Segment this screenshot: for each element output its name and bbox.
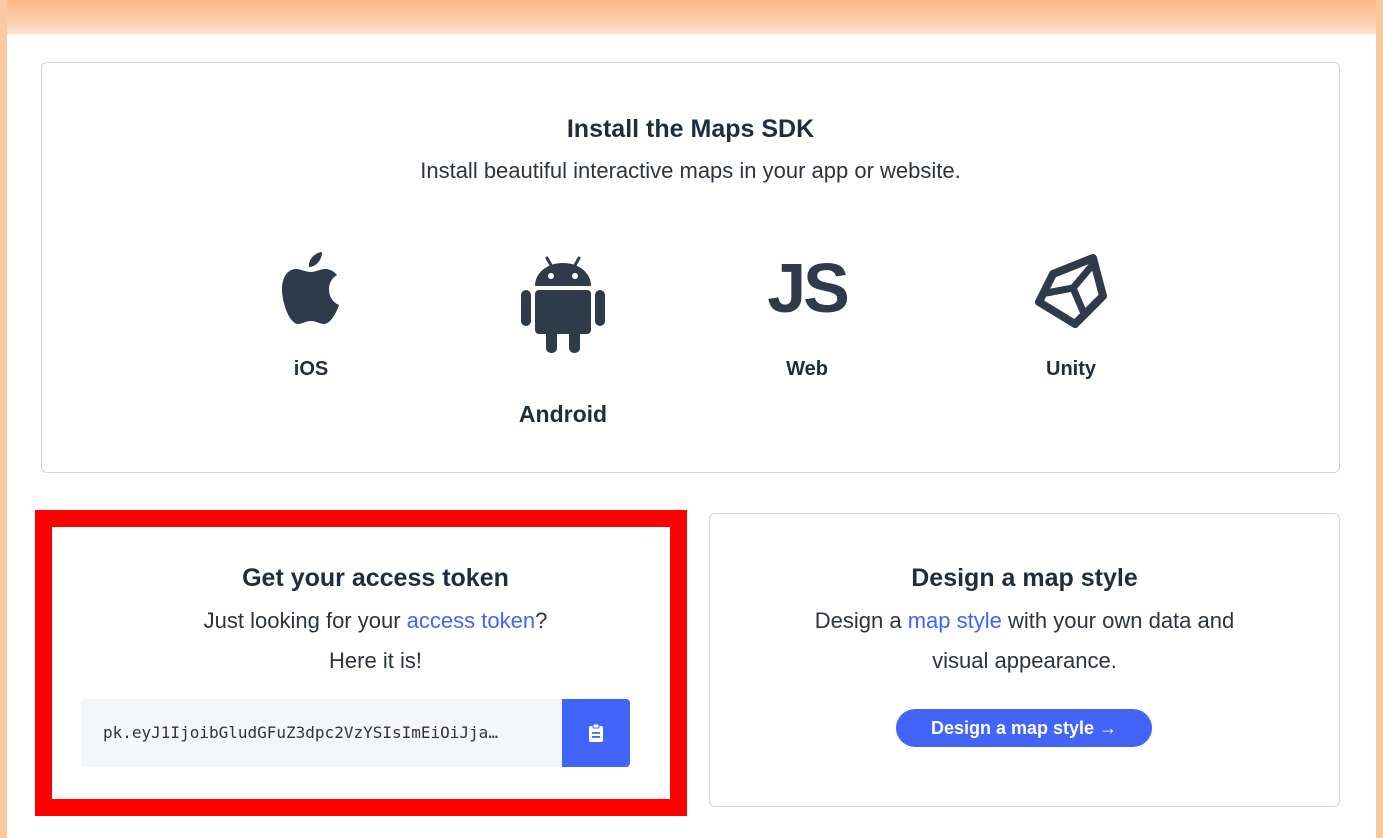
- window-top-border: [0, 0, 1383, 34]
- design-text-suffix: with your own data and: [1001, 608, 1235, 633]
- apple-icon: [282, 252, 339, 324]
- android-icon: [521, 256, 605, 353]
- platform-web[interactable]: JS Web: [752, 248, 862, 381]
- js-icon: JS: [767, 249, 850, 327]
- platform-label-unity: Unity: [1046, 358, 1096, 380]
- design-card-text: Design a map style with your own data an…: [710, 601, 1339, 641]
- map-style-link[interactable]: map style: [908, 608, 1002, 633]
- platform-label-android: Android: [518, 401, 608, 427]
- sdk-title: Install the Maps SDK: [566, 115, 815, 143]
- design-card-title: Design a map style: [911, 564, 1138, 592]
- highlight-box: [35, 510, 687, 816]
- design-card-line2: visual appearance.: [932, 648, 1117, 673]
- platform-unity[interactable]: Unity: [1021, 248, 1121, 381]
- install-sdk-card: Install the Maps SDK Install beautiful i…: [41, 62, 1340, 473]
- sdk-subtitle: Install beautiful interactive maps in yo…: [420, 158, 961, 183]
- design-map-style-card: Design a map style Design a map style wi…: [709, 513, 1340, 807]
- design-text-prefix: Design a: [814, 608, 908, 633]
- design-map-style-button[interactable]: Design a map style →: [896, 709, 1152, 747]
- platform-android[interactable]: Android: [503, 255, 623, 428]
- platform-ios[interactable]: iOS: [261, 248, 361, 381]
- platform-label-web: Web: [786, 358, 828, 380]
- platform-label-ios: iOS: [293, 358, 329, 380]
- unity-icon: [1035, 254, 1107, 328]
